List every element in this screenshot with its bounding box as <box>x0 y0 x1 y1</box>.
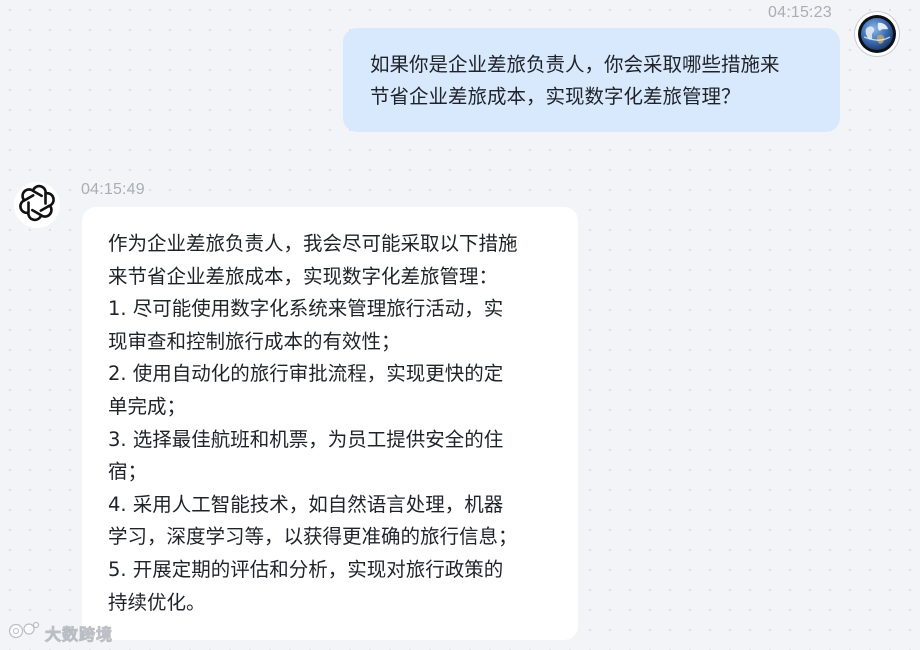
bot-message-timestamp: 04:15:49 <box>81 181 145 198</box>
earth-globe-icon <box>858 15 896 53</box>
bot-avatar[interactable] <box>14 182 60 228</box>
bot-message-bubble: 作为企业差旅负责人，我会尽可能采取以下措施 来节省企业差旅成本，实现数字化差旅管… <box>82 207 578 640</box>
watermark-text: 大数跨境 <box>45 625 114 645</box>
user-message-timestamp: 04:15:23 <box>768 4 832 21</box>
user-message-bubble: 如果你是企业差旅负责人，你会采取哪些措施来 节省企业差旅成本，实现数字化差旅管理… <box>343 28 840 132</box>
watermark-logo-icon <box>8 620 40 646</box>
user-avatar[interactable] <box>855 12 899 56</box>
watermark: 大数跨境 <box>8 620 113 646</box>
openai-logo-icon <box>17 183 57 227</box>
